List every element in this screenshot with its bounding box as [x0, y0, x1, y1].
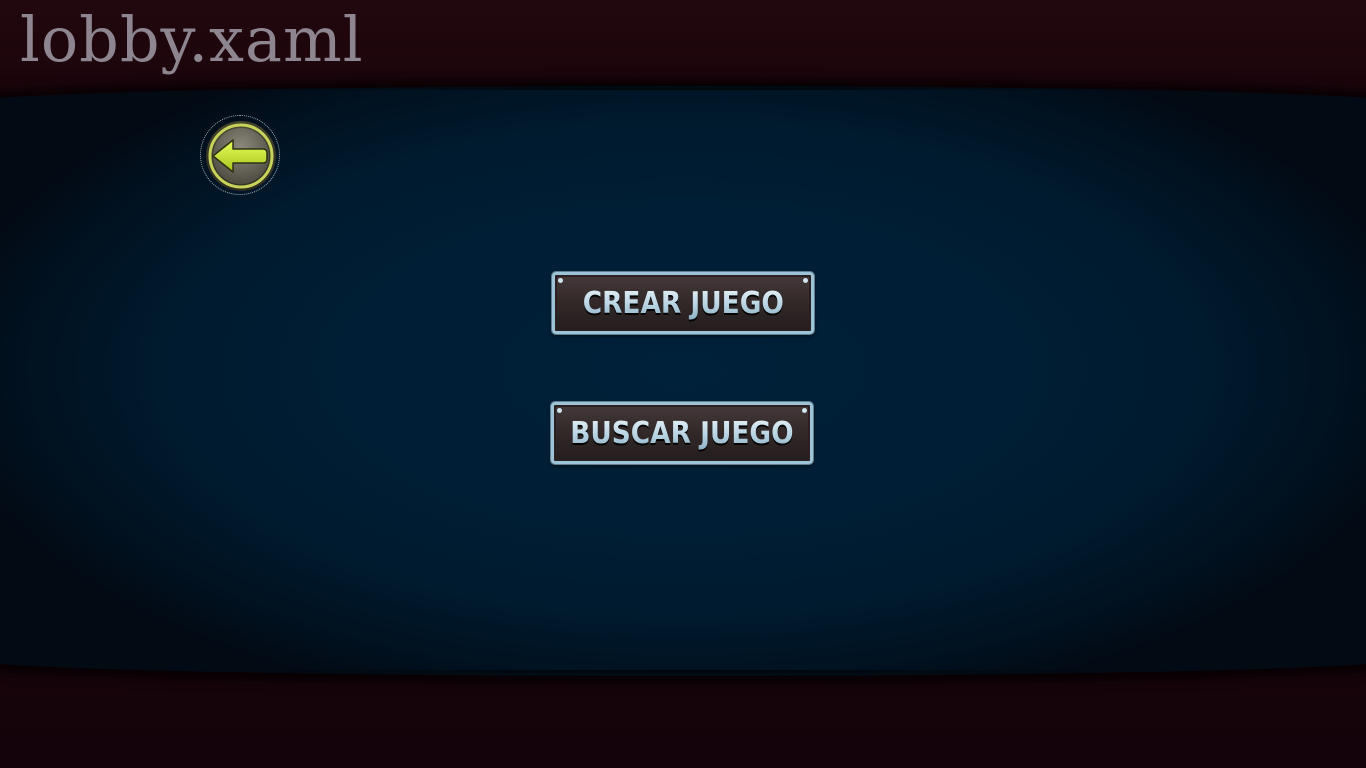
find-game-label: BUSCAR JUEGO	[570, 415, 794, 451]
lobby-screen: lobby.xaml CREAR JUEGO BUSCAR JUEGO	[0, 0, 1366, 768]
arrow-left-icon	[206, 121, 276, 191]
page-title: lobby.xaml	[20, 3, 364, 76]
find-game-button[interactable]: BUSCAR JUEGO	[551, 402, 813, 464]
back-button[interactable]	[200, 115, 280, 195]
create-game-button[interactable]: CREAR JUEGO	[552, 272, 814, 334]
create-game-label: CREAR JUEGO	[582, 285, 784, 321]
